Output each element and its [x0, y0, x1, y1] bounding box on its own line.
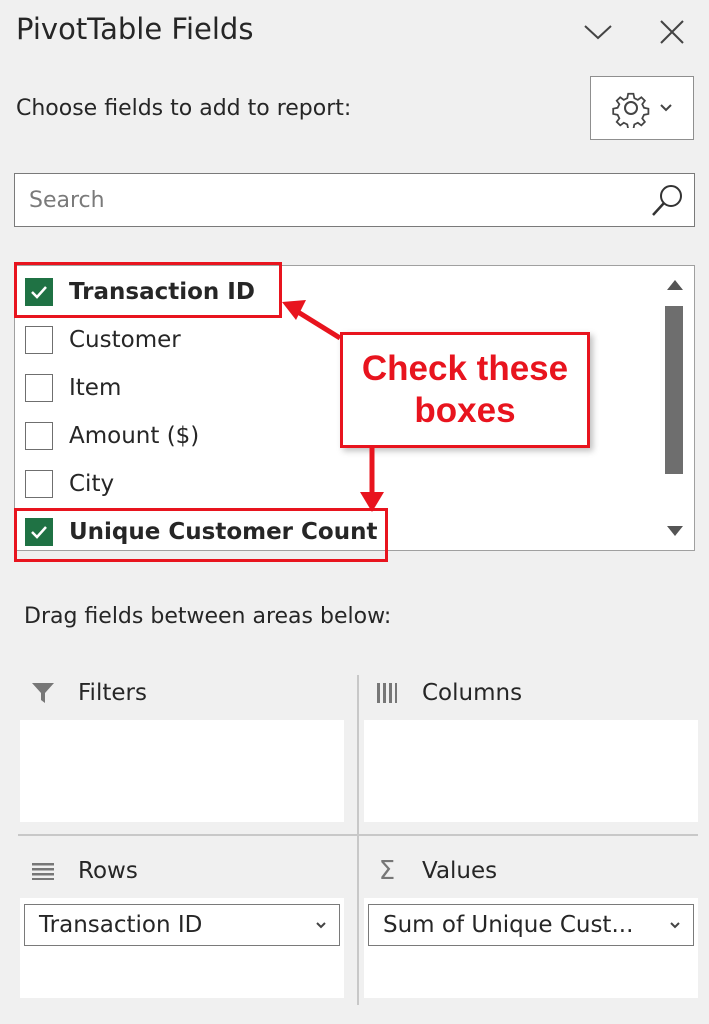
columns-drop-area[interactable] [364, 720, 698, 822]
search-input[interactable] [29, 182, 639, 218]
field-label: Amount ($) [69, 423, 200, 449]
field-checkbox[interactable] [25, 470, 53, 498]
filters-label: Filters [78, 680, 147, 706]
rows-label: Rows [78, 858, 138, 884]
values-drop-area[interactable]: Sum of Unique Cust... [364, 898, 698, 998]
pane-title: PivotTable Fields [16, 12, 254, 46]
field-list-scrollbar[interactable] [656, 266, 694, 550]
scrollbar-thumb[interactable] [665, 306, 683, 474]
pivottable-fields-pane: PivotTable Fields Choose fields to add t… [0, 0, 709, 1024]
scroll-down-icon [667, 526, 683, 536]
annotation-callout: Check these boxes [340, 332, 590, 448]
areas-divider-vertical [357, 675, 359, 1005]
field-item[interactable]: Customer [25, 320, 181, 360]
close-icon [660, 20, 684, 44]
choose-fields-label: Choose fields to add to report: [16, 96, 352, 121]
field-label: Customer [69, 327, 181, 353]
chevron-down-icon [660, 104, 672, 112]
scroll-up-icon [667, 280, 683, 290]
rows-area-header: Rows [28, 856, 138, 886]
chevron-down-icon [670, 922, 680, 929]
scroll-down-button[interactable] [656, 516, 694, 546]
tools-button[interactable] [590, 76, 694, 140]
values-field-label: Sum of Unique Cust... [383, 912, 634, 938]
filters-area-header: Filters [28, 678, 147, 708]
search-box[interactable] [14, 173, 695, 227]
filter-icon [28, 678, 58, 708]
chevron-down-icon [584, 25, 612, 40]
field-label: City [69, 471, 115, 497]
gear-icon [612, 92, 650, 128]
field-label: Item [69, 375, 122, 401]
areas-divider-horizontal [18, 834, 698, 836]
field-item[interactable]: City [25, 464, 114, 504]
task-pane-options-button[interactable] [576, 10, 620, 54]
values-field-pill[interactable]: Sum of Unique Cust... [368, 904, 694, 946]
close-button[interactable] [650, 10, 694, 54]
rows-field-pill[interactable]: Transaction ID [24, 904, 340, 946]
values-area-header: Σ Values [372, 856, 497, 886]
field-item[interactable]: Item [25, 368, 121, 408]
columns-icon [372, 678, 402, 708]
scroll-up-button[interactable] [656, 270, 694, 300]
highlight-box [14, 508, 388, 562]
chevron-down-icon [316, 922, 326, 929]
values-label: Values [422, 858, 498, 884]
rows-icon [28, 856, 58, 886]
annotation-line-1: Check these [361, 349, 569, 388]
rows-drop-area[interactable]: Transaction ID [20, 898, 344, 998]
field-checkbox[interactable] [25, 326, 53, 354]
annotation-line-2: boxes [414, 391, 516, 430]
field-item[interactable]: Amount ($) [25, 416, 199, 456]
sigma-icon: Σ [378, 856, 396, 886]
rows-field-label: Transaction ID [39, 912, 203, 938]
drag-fields-label: Drag fields between areas below: [24, 604, 392, 629]
columns-area-header: Columns [372, 678, 522, 708]
columns-label: Columns [422, 680, 523, 706]
highlight-box [14, 262, 282, 318]
field-checkbox[interactable] [25, 374, 53, 402]
filters-drop-area[interactable] [20, 720, 344, 822]
search-icon[interactable] [650, 182, 686, 218]
field-checkbox[interactable] [25, 422, 53, 450]
